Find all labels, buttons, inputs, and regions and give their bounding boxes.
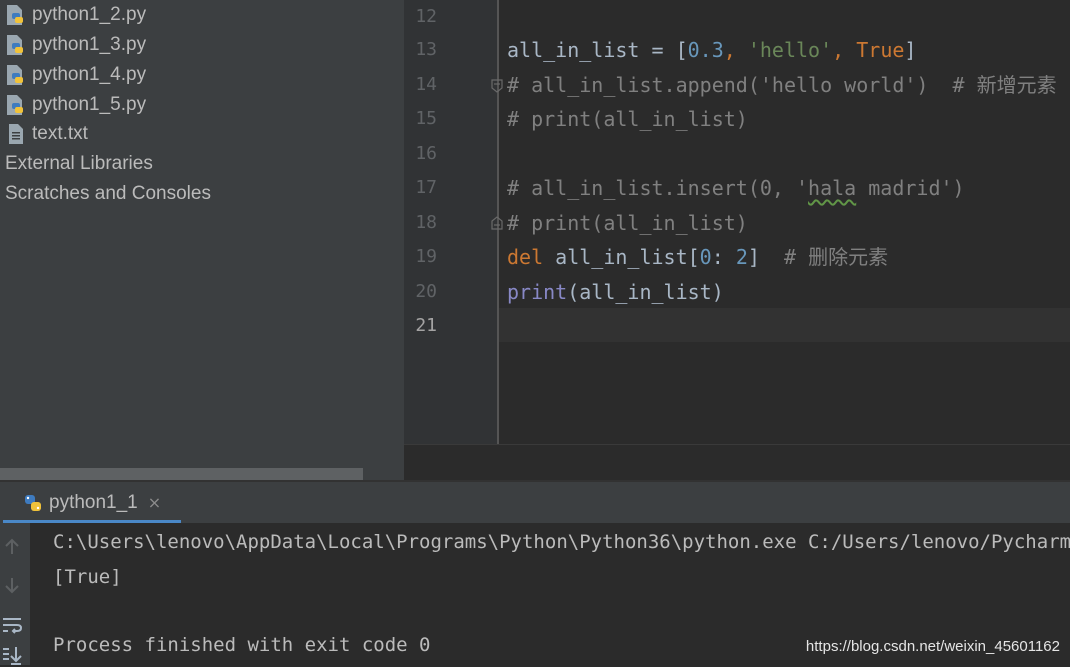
file-name: python1_4.py: [32, 64, 147, 85]
code-line-20[interactable]: print(all_in_list): [507, 275, 724, 309]
bracket-token: ]: [904, 38, 917, 62]
run-tool-window-header: python1_1 ×: [0, 482, 1070, 523]
file-name: python1_5.py: [32, 94, 147, 115]
code-line-15[interactable]: # print(all_in_list): [507, 102, 748, 136]
project-tree-panel: python1_2.py python1_3.py python1_4.py p…: [0, 0, 404, 480]
number-token: 2: [735, 245, 748, 269]
number-token: 0: [699, 245, 712, 269]
variable-token: all_in_list[: [543, 245, 700, 269]
line-number: 13: [415, 39, 437, 60]
line-number: 15: [415, 108, 437, 129]
code-line-17[interactable]: # all_in_list.insert(0, 'hala madrid'): [507, 171, 965, 205]
line-number: 17: [415, 177, 437, 198]
console-line: [True]: [53, 566, 122, 588]
python-file-icon: [7, 35, 23, 55]
comma-token: ,: [832, 38, 857, 62]
code-line-19[interactable]: del all_in_list[0: 2] # 删除元素: [507, 240, 888, 274]
watermark-url: https://blog.csdn.net/weixin_45601162: [805, 638, 1060, 655]
line-number: 12: [415, 6, 437, 27]
console-line: Process finished with exit code 0: [53, 634, 431, 656]
file-item-python1-3[interactable]: python1_3.py: [6, 30, 146, 60]
line-number: 14: [415, 74, 437, 95]
arrow-up-icon[interactable]: [0, 535, 24, 559]
code-line-14[interactable]: # all_in_list.append('hello world') # 新增…: [507, 68, 1057, 102]
file-item-python1-2[interactable]: python1_2.py: [6, 0, 146, 30]
current-line-highlight: [499, 308, 1070, 342]
run-tab-python1-1[interactable]: python1_1 ×: [3, 482, 181, 523]
close-tab-icon[interactable]: ×: [148, 493, 161, 512]
colon-token: :: [711, 245, 736, 269]
builtin-token: print: [507, 280, 568, 304]
string-token: 'hello': [747, 38, 833, 62]
file-item-python1-4[interactable]: python1_4.py: [6, 60, 146, 90]
bracket-token: ]: [747, 245, 760, 269]
line-number: 18: [415, 212, 437, 233]
comma-token: ,: [723, 38, 748, 62]
fold-end-marker-icon[interactable]: [491, 216, 503, 230]
operator-token: = [: [639, 38, 688, 62]
python-file-icon: [7, 65, 23, 85]
soft-wrap-icon[interactable]: [0, 613, 24, 637]
run-toolbar: [0, 523, 30, 665]
console-line: C:\Users\lenovo\AppData\Local\Programs\P…: [53, 531, 1070, 553]
keyword-token: True: [856, 38, 905, 62]
number-token: 0.3: [687, 38, 724, 62]
python-file-icon: [7, 5, 23, 25]
fold-marker-icon[interactable]: [491, 79, 503, 93]
scratches-and-consoles-item[interactable]: Scratches and Consoles: [5, 179, 211, 209]
line-number: 16: [415, 143, 437, 164]
file-name: python1_2.py: [32, 4, 147, 25]
code-line-13[interactable]: all_in_list = [0.3, 'hello', True]: [507, 33, 916, 67]
scratches-label: Scratches and Consoles: [5, 183, 211, 204]
line-number: 19: [415, 246, 437, 267]
code-editor[interactable]: 12 13 14 15 16 17 18 19 20 21 all_in_lis…: [404, 0, 1070, 480]
arrow-down-icon[interactable]: [0, 573, 24, 597]
line-number: 20: [415, 281, 437, 302]
current-line-number: 21: [415, 315, 437, 336]
file-name: text.txt: [32, 123, 88, 144]
run-tab-label: python1_1: [49, 491, 138, 513]
file-item-text[interactable]: text.txt: [6, 119, 88, 149]
tree-horizontal-scrollbar[interactable]: [0, 468, 363, 480]
keyword-token: del: [507, 245, 544, 269]
console-output[interactable]: C:\Users\lenovo\AppData\Local\Programs\P…: [30, 523, 1070, 665]
comment-token: # all_in_list.insert(0, ': [507, 176, 809, 200]
text-file-icon: [9, 124, 23, 144]
variable-token: all_in_list: [507, 38, 640, 62]
python-run-icon: [25, 494, 41, 511]
external-libraries-label: External Libraries: [5, 153, 153, 174]
python-file-icon: [7, 95, 23, 115]
code-line-18[interactable]: # print(all_in_list): [507, 206, 748, 240]
file-name: python1_3.py: [32, 34, 147, 55]
comment-token: # 删除元素: [759, 245, 889, 269]
typo-token: hala: [808, 176, 857, 200]
comment-token: madrid'): [856, 176, 965, 200]
editor-bottom-area: [404, 444, 1070, 480]
external-libraries-item[interactable]: External Libraries: [5, 149, 153, 179]
args-token: (all_in_list): [567, 280, 724, 304]
scroll-to-end-icon[interactable]: [0, 643, 24, 667]
file-item-python1-5[interactable]: python1_5.py: [6, 90, 146, 120]
